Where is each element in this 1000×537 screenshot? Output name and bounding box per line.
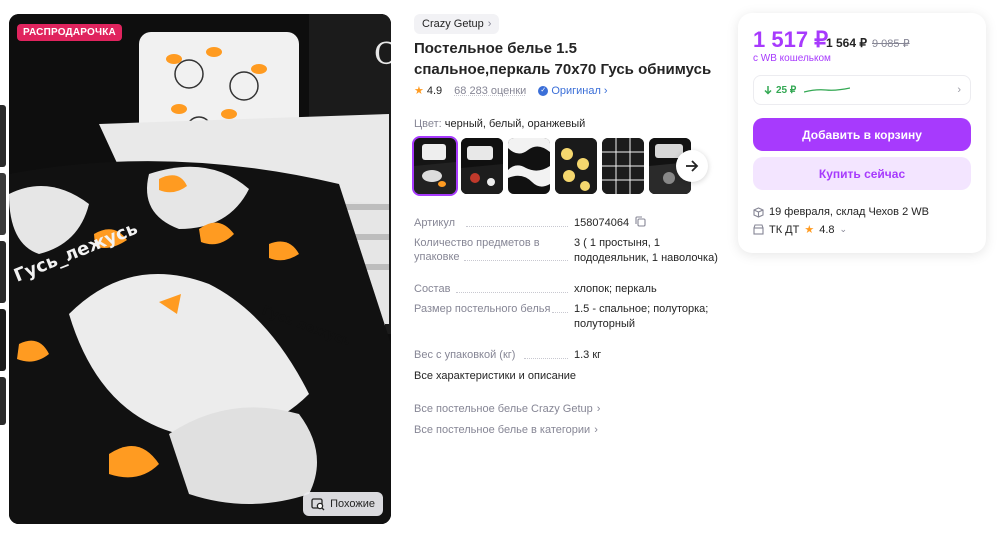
product-main-image[interactable]: C Гусь_лежусь Гусь лежусь РАСПРОДАРОЧКА … — [9, 14, 391, 524]
similar-button[interactable]: Похожие — [303, 492, 383, 516]
chevron-right-icon: › — [487, 18, 492, 30]
price-old: 9 085 ₽ — [872, 38, 910, 50]
seller-rating: 4.8 — [819, 223, 835, 236]
variant-image — [461, 138, 503, 194]
thumbnail[interactable] — [0, 309, 6, 371]
rating-value: 4.9 — [426, 84, 443, 97]
chevron-right-icon: › — [594, 424, 598, 436]
spec-value: 1.5 - спальное; полуторка; полуторный — [574, 303, 709, 330]
spec-row: Размер постельного белья 1.5 - спальное;… — [414, 302, 724, 332]
box-icon — [753, 206, 764, 218]
spec-dots — [552, 312, 568, 313]
variant-thumbnail[interactable] — [508, 138, 550, 194]
reviews-link[interactable]: 68 283 оценки — [454, 85, 526, 97]
rating-row: ★ 4.9 68 283 оценки ✓ Оригинал › — [414, 84, 608, 98]
thumbnail[interactable] — [0, 377, 6, 425]
variant-thumbnail[interactable] — [602, 138, 644, 194]
original-badge[interactable]: ✓ Оригинал › — [538, 84, 608, 97]
bedding-photo: C Гусь_лежусь Гусь лежусь — [9, 14, 391, 524]
chevron-right-icon: › — [957, 84, 961, 96]
color-row: Цвет: черный, белый, оранжевый — [414, 118, 585, 130]
chevron-right-icon: › — [596, 403, 601, 415]
variant-image — [508, 138, 550, 194]
thumbnail[interactable] — [0, 173, 6, 235]
thumbnail[interactable] — [0, 105, 6, 167]
spec-key: Размер постельного белья — [414, 303, 551, 315]
spec-key: Артикул — [414, 217, 456, 229]
seller-info[interactable]: ТК ДТ ★ 4.8 ⌄ — [753, 223, 847, 236]
similar-search-icon — [311, 498, 325, 511]
spec-value: хлопок; перкаль — [574, 283, 657, 295]
cashback-amount: 25 ₽ — [776, 84, 797, 96]
chevron-right-icon: › — [603, 84, 608, 97]
brand-name: Crazy Getup — [422, 18, 484, 30]
variants-next-button[interactable] — [676, 150, 708, 182]
spec-row: Количество предметов в упаковке 3 ( 1 пр… — [414, 236, 724, 266]
seller-name: ТК ДТ — [769, 223, 800, 236]
spec-value: 158074064 — [574, 216, 724, 231]
brand-products-label: Все постельное белье Crazy Getup — [414, 403, 593, 415]
color-value: черный, белый, оранжевый — [444, 118, 586, 130]
buy-card: 1 517 ₽ 1 564 ₽ 9 085 ₽ с WB кошельком 2… — [738, 13, 986, 253]
similar-label: Похожие — [330, 498, 375, 510]
chevron-down-icon: ⌄ — [839, 224, 848, 234]
price-wallet-main: 1 517 ₽ — [753, 27, 829, 52]
spec-dots — [466, 226, 568, 227]
all-specs-link[interactable]: Все характеристики и описание — [414, 370, 576, 382]
arrow-down-icon — [764, 86, 772, 95]
category-products-label: Все постельное белье в категории — [414, 424, 591, 436]
cashback-row[interactable]: 25 ₽ › — [753, 75, 971, 105]
sale-badge: РАСПРОДАРОЧКА — [17, 24, 122, 41]
delivery-info: 19 февраля, склад Чехов 2 WB — [753, 206, 929, 218]
product-title: Постельное белье 1.5 спальное,перкаль 70… — [414, 40, 712, 78]
buy-now-button[interactable]: Купить сейчас — [753, 157, 971, 190]
category-products-link[interactable]: Все постельное белье в категории › — [414, 424, 598, 436]
spec-value: 1.3 кг — [574, 349, 602, 361]
variant-image — [602, 138, 644, 194]
spec-key: Вес с упаковкой (кг) — [414, 349, 516, 361]
spec-dots — [524, 358, 568, 359]
svg-text:C: C — [374, 37, 391, 72]
original-label: Оригинал — [551, 84, 601, 97]
variant-thumbnail[interactable] — [555, 138, 597, 194]
add-to-cart-button[interactable]: Добавить в корзину — [753, 118, 971, 151]
variant-image — [414, 138, 456, 194]
price-without-wallet: 1 564 ₽ — [826, 36, 867, 50]
variant-thumbnail[interactable] — [461, 138, 503, 194]
variant-thumbnail[interactable] — [412, 136, 458, 196]
thumbnail[interactable] — [0, 241, 6, 303]
spec-dots — [456, 292, 568, 293]
article-number: 158074064 — [574, 217, 630, 229]
arrow-right-icon — [686, 160, 699, 172]
star-icon: ★ — [804, 224, 815, 236]
brand-link[interactable]: Crazy Getup › — [414, 14, 500, 34]
color-label: Цвет: — [414, 118, 442, 130]
spec-row: Состав хлопок; перкаль — [414, 282, 724, 297]
spec-row: Артикул 158074064 — [414, 216, 724, 231]
spec-value: 3 ( 1 простыня, 1 пододеяльник, 1 наволо… — [574, 237, 718, 264]
cashback-sparkline — [804, 87, 851, 93]
shop-icon — [753, 224, 764, 235]
star-icon: ★ — [414, 85, 424, 97]
check-icon: ✓ — [538, 85, 549, 96]
brand-products-link[interactable]: Все постельное белье Crazy Getup › — [414, 403, 600, 415]
color-variants — [412, 136, 691, 196]
spec-row: Вес с упаковкой (кг) 1.3 кг — [414, 348, 724, 363]
copy-icon[interactable] — [635, 216, 646, 227]
variant-image — [555, 138, 597, 194]
thumbnail-strip — [0, 105, 6, 425]
spec-key: Состав — [414, 283, 451, 295]
spec-dots — [464, 260, 568, 261]
wallet-label: с WB кошельком — [753, 53, 831, 64]
delivery-text: 19 февраля, склад Чехов 2 WB — [769, 206, 929, 218]
